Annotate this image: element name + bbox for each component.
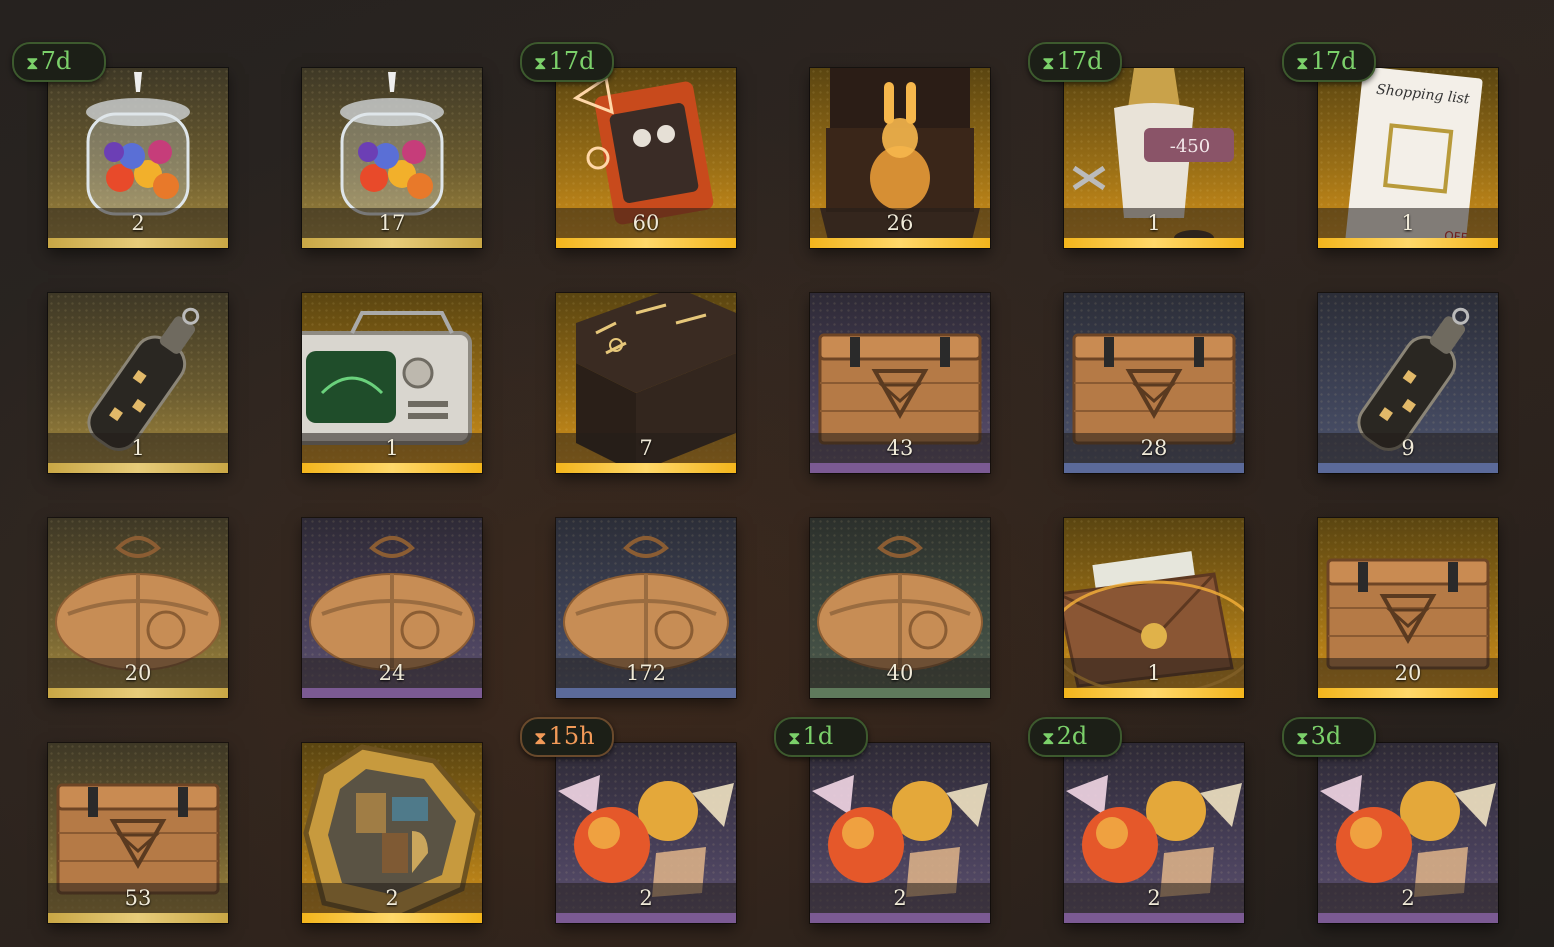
rarity-bar-purple [556,913,736,923]
inventory-slot-candy[interactable]: 2 ⧗3d [1282,717,1498,923]
item-count: 2 [810,883,990,913]
inventory-slot-candy[interactable]: 2 ⧗2d [1028,717,1244,923]
inventory-slot-candy[interactable]: 2 ⧗15h [520,717,736,923]
rarity-bar-gold [302,238,482,248]
inventory-slot-tailor-coupon[interactable]: -450 1 ⧗17d [1028,42,1244,248]
item-count: 53 [48,883,228,913]
item-count: 20 [1318,658,1498,688]
item-count: 1 [302,433,482,463]
item-count: 17 [302,208,482,238]
rarity-bar-legend [556,238,736,248]
item-count: 43 [810,433,990,463]
rarity-bar-gold [48,913,228,923]
item-count: 7 [556,433,736,463]
item-count: 1 [48,433,228,463]
rarity-bar-gold [48,688,228,698]
rarity-bar-gold [48,463,228,473]
timer-text: 17d [1310,47,1357,75]
item-count: 2 [48,208,228,238]
item-count: 1 [1318,208,1498,238]
inventory-slot-wooden-crate[interactable]: 28 [1064,293,1244,473]
rarity-bar-blue [556,688,736,698]
rarity-bar-purple [302,688,482,698]
item-count: 26 [810,208,990,238]
inventory-slot-wooden-crate[interactable]: 20 [1318,518,1498,698]
inventory-slot-shopping-list-coupon[interactable]: Shopping list OFF1⧗17d [1282,42,1498,248]
rarity-bar-green [810,688,990,698]
inventory-slot-puzzle-box[interactable]: 2 [302,743,482,923]
hourglass-icon: ⧗ [1042,53,1055,74]
item-count: 2 [302,883,482,913]
inventory-slot-memory-jar[interactable]: 2 ⧗7d [12,42,228,248]
inventory-slot-cassette-tape[interactable]: 60 ⧗17d [520,42,736,248]
rarity-bar-legend [1064,688,1244,698]
rarity-bar-blue [1064,463,1244,473]
item-count: 1 [1064,658,1244,688]
expiry-timer-badge: ⧗2d [1028,717,1122,757]
expiry-timer-badge: ⧗17d [1028,42,1122,82]
rarity-bar-legend [1318,238,1498,248]
rarity-bar-legend [1318,688,1498,698]
hourglass-icon: ⧗ [1042,728,1055,749]
inventory-slot-rune-cabinet[interactable]: 7 [556,293,736,473]
item-count: 28 [1064,433,1244,463]
rarity-bar-legend [810,238,990,248]
rarity-bar-legend [1064,238,1244,248]
rarity-bar-legend [302,463,482,473]
rarity-bar-legend [556,463,736,473]
item-count: 2 [556,883,736,913]
expiry-timer-badge: ⧗3d [1282,717,1376,757]
item-count: 1 [1064,208,1244,238]
inventory-slot-candy[interactable]: 2 ⧗1d [774,717,990,923]
rarity-bar-blue [1318,463,1498,473]
rarity-bar-purple [810,463,990,473]
timer-text: 1d [802,722,834,750]
inventory-slot-memory-jar[interactable]: 17 [302,68,482,248]
timer-text: 17d [1056,47,1103,75]
expiry-timer-badge: ⧗17d [520,42,614,82]
timer-text: 17d [548,47,595,75]
item-count: 24 [302,658,482,688]
inventory-slot-sealed-envelope[interactable]: 1 [1064,518,1244,698]
rarity-bar-gold [48,238,228,248]
timer-text: 3d [1310,722,1342,750]
inventory-slot-message-bottle[interactable]: 9 [1318,293,1498,473]
inventory-slot-message-bottle[interactable]: 1 [48,293,228,473]
inventory-slot-wooden-crate[interactable]: 53 [48,743,228,923]
hourglass-icon: ⧗ [1296,53,1309,74]
hourglass-icon: ⧗ [26,53,39,74]
timer-text: 2d [1056,722,1088,750]
rarity-bar-legend [302,913,482,923]
inventory-slot-paper-parcel[interactable]: 20 [48,518,228,698]
expiry-timer-badge: ⧗1d [774,717,868,757]
hourglass-icon: ⧗ [788,728,801,749]
inventory-slot-crystal-rabbit-box[interactable]: 26 [810,68,990,248]
item-count: 20 [48,658,228,688]
hourglass-icon: ⧗ [534,728,547,749]
item-count: 40 [810,658,990,688]
item-count: 2 [1064,883,1244,913]
item-count: 9 [1318,433,1498,463]
hourglass-icon: ⧗ [1296,728,1309,749]
inventory-grid: 2 ⧗7d 17 60 ⧗17d 26 -450 1 ⧗17d Shopping… [0,0,1554,947]
inventory-slot-wooden-crate[interactable]: 43 [810,293,990,473]
timer-text: 15h [548,722,595,750]
inventory-slot-paper-parcel[interactable]: 24 [302,518,482,698]
inventory-slot-paper-parcel[interactable]: 172 [556,518,736,698]
item-count: 60 [556,208,736,238]
inventory-slot-paper-parcel[interactable]: 40 [810,518,990,698]
item-count: 172 [556,658,736,688]
rarity-bar-purple [1318,913,1498,923]
expiry-timer-badge: ⧗17d [1282,42,1376,82]
expiry-timer-badge: ⧗7d [12,42,106,82]
rarity-bar-purple [810,913,990,923]
timer-text: 7d [40,47,72,75]
expiry-timer-badge: ⧗15h [520,717,614,757]
hourglass-icon: ⧗ [534,53,547,74]
rarity-bar-purple [1064,913,1244,923]
item-count: 2 [1318,883,1498,913]
inventory-slot-retro-tv[interactable]: 1 [302,293,482,473]
